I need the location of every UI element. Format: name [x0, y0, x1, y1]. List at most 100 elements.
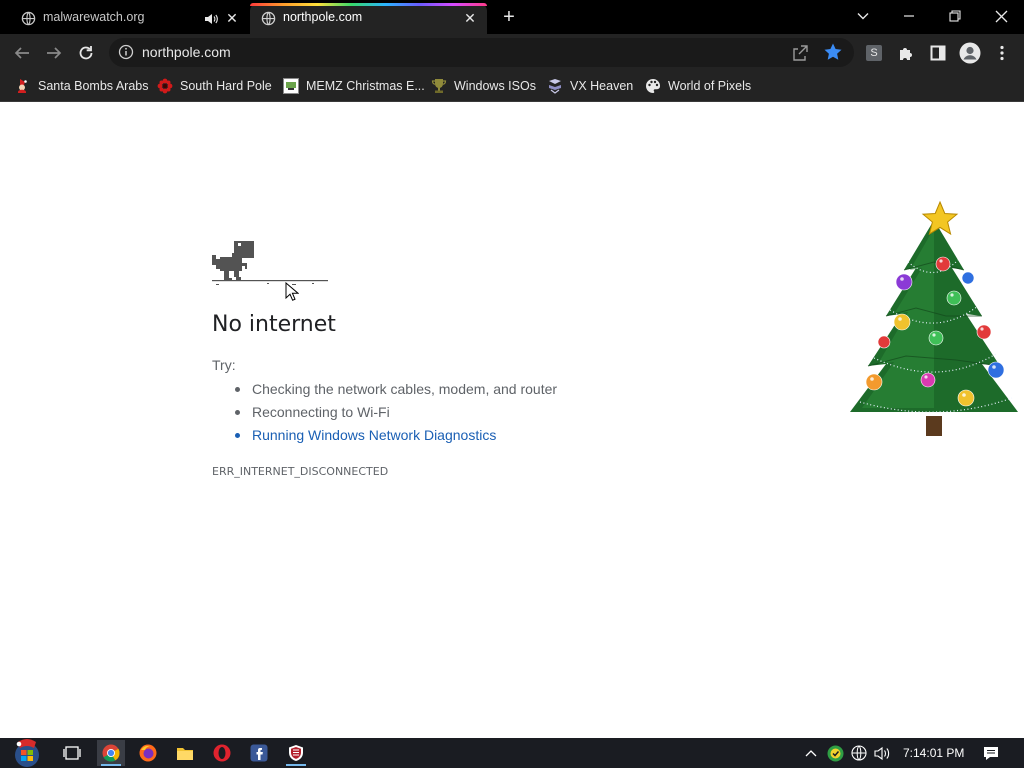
bookmark-world-of-pixels[interactable]: World of Pixels: [645, 76, 751, 96]
bookmark-santa-bombs-arabs[interactable]: Santa Bombs Arabs: [15, 76, 148, 96]
chrome-icon: [102, 744, 120, 762]
task-view-icon: [63, 746, 81, 760]
bookmark-vx-heaven[interactable]: VX Heaven: [547, 76, 633, 96]
puzzle-icon: [899, 47, 912, 60]
minimize-button[interactable]: [898, 5, 920, 27]
try-label: Try:: [212, 357, 236, 373]
profile-avatar-icon: [959, 42, 981, 64]
firefox-icon: [139, 744, 157, 762]
dinosaur-icon[interactable]: [212, 239, 328, 287]
globe-icon: [261, 11, 276, 26]
start-button[interactable]: [8, 738, 46, 768]
bookmark-south-hard-pole[interactable]: South Hard Pole: [157, 76, 272, 96]
bookmark-label: Santa Bombs Arabs: [38, 79, 149, 93]
tab-title: malwarewatch.org: [43, 10, 145, 24]
taskbar-firefox[interactable]: [134, 740, 162, 766]
globe-icon: [21, 11, 36, 26]
error-title: No internet: [212, 312, 336, 337]
bookmark-label: VX Heaven: [570, 79, 634, 93]
back-button[interactable]: [11, 42, 33, 64]
bookmark-label: South Hard Pole: [180, 79, 272, 93]
url-text: northpole.com: [142, 44, 231, 60]
close-icon[interactable]: ✕: [223, 9, 241, 27]
side-panel-button[interactable]: [927, 42, 949, 64]
list-item: Reconnecting to Wi-Fi: [233, 403, 557, 426]
chevron-down-icon: [857, 13, 869, 20]
mouse-cursor-icon: [285, 282, 299, 301]
tab-rainbow-accent: [250, 3, 487, 6]
side-panel-icon: [930, 45, 946, 61]
profile-button[interactable]: [959, 42, 981, 64]
bookmark-memz-christmas[interactable]: MEMZ Christmas E...: [283, 76, 425, 96]
speaker-icon: [873, 746, 889, 760]
tab-northpole[interactable]: northpole.com ✕: [250, 3, 487, 34]
taskbar-facebook[interactable]: [245, 740, 273, 766]
error-code: ERR_INTERNET_DISCONNECTED: [212, 465, 389, 478]
bookmarks-bar: Santa Bombs Arabs South Hard Pole MEMZ C…: [0, 71, 1024, 102]
taskbar-security-app[interactable]: [282, 740, 310, 766]
shield-icon: [289, 745, 303, 761]
facebook-icon: [250, 744, 268, 762]
action-center-button[interactable]: [982, 744, 1000, 762]
taskbar-chrome[interactable]: [97, 740, 125, 766]
kebab-menu-icon: [1000, 45, 1004, 61]
reload-icon: [79, 46, 93, 60]
task-view-button[interactable]: [58, 740, 86, 766]
chevron-up-icon: [805, 750, 817, 757]
folder-icon: [177, 748, 193, 760]
share-icon[interactable]: [791, 44, 809, 62]
screen: malwarewatch.org ✕ northpole.com ✕ + nor…: [0, 0, 1024, 768]
bookmark-label: MEMZ Christmas E...: [306, 79, 425, 93]
vx-icon: [549, 79, 561, 94]
taskbar-clock[interactable]: 7:14:01 PM: [903, 746, 964, 760]
new-tab-button[interactable]: +: [499, 7, 519, 27]
speaker-icon[interactable]: [204, 12, 218, 26]
windows-logo-icon: [15, 739, 39, 767]
extensions-button[interactable]: [895, 42, 917, 64]
network-diagnostics-link[interactable]: Running Windows Network Diagnostics: [233, 426, 557, 449]
bookmark-label: World of Pixels: [668, 79, 752, 93]
browser-toolbar: northpole.com S: [0, 34, 1024, 71]
info-icon[interactable]: [118, 44, 134, 60]
extension-s-button[interactable]: S: [863, 42, 885, 64]
arrow-right-icon: [47, 47, 62, 59]
taskbar: 7:14:01 PM: [0, 738, 1024, 768]
close-window-button[interactable]: [990, 5, 1012, 27]
extension-s-icon: S: [866, 45, 882, 61]
menu-button[interactable]: [991, 42, 1013, 64]
forward-button[interactable]: [43, 42, 65, 64]
arrow-left-icon: [14, 47, 29, 59]
network-button[interactable]: [850, 744, 868, 762]
taskbar-file-explorer[interactable]: [171, 740, 199, 766]
tray-app-button[interactable]: [826, 744, 844, 762]
santa-icon: [18, 79, 27, 93]
tray-app-icon: [827, 745, 843, 761]
close-icon[interactable]: ✕: [461, 9, 479, 27]
minimize-icon: [904, 15, 914, 17]
christmas-tree-icon: [850, 200, 1018, 436]
restore-icon: [949, 10, 961, 22]
address-bar[interactable]: northpole.com: [109, 38, 854, 67]
opera-icon: [213, 744, 231, 762]
restore-button[interactable]: [944, 5, 966, 27]
tray-overflow-button[interactable]: [802, 744, 820, 762]
tab-malwarewatch[interactable]: malwarewatch.org ✕: [10, 3, 245, 34]
error-page: No internet Try: Checking the network ca…: [0, 102, 1024, 738]
list-item: Checking the network cables, modem, and …: [233, 380, 557, 403]
bookmark-label: Windows ISOs: [454, 79, 536, 93]
tab-search-button[interactable]: [852, 5, 874, 27]
bookmark-windows-isos[interactable]: Windows ISOs: [431, 76, 536, 96]
tab-title: northpole.com: [283, 10, 363, 24]
bookmark-star-icon[interactable]: [823, 42, 843, 62]
reload-button[interactable]: [75, 42, 97, 64]
palette-icon: [646, 79, 661, 93]
taskbar-opera[interactable]: [208, 740, 236, 766]
globe-icon: [851, 745, 867, 761]
volume-button[interactable]: [873, 744, 891, 762]
notification-icon: [984, 746, 998, 760]
tab-strip: malwarewatch.org ✕ northpole.com ✕ +: [0, 0, 1024, 34]
trophy-icon: [431, 79, 447, 93]
memz-icon: [283, 78, 299, 94]
red-flower-icon: [157, 78, 173, 94]
close-icon: [995, 10, 1007, 22]
